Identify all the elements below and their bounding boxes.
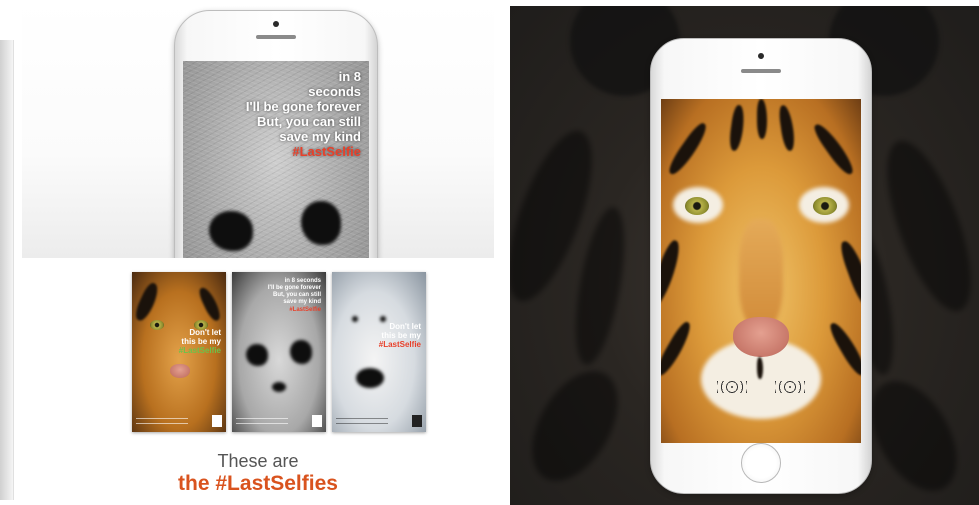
tiger-phone-panel (510, 6, 979, 505)
tagline-line-1: These are (217, 451, 299, 471)
poster-footer (336, 414, 422, 428)
poster-footer (136, 414, 222, 428)
panda-eye-right (301, 201, 341, 245)
earpiece-speaker (741, 69, 781, 73)
home-button[interactable] (741, 443, 781, 483)
poster-tiger: Don't let this be my #LastSelfie (132, 272, 226, 432)
front-camera (273, 21, 279, 27)
panda-phone: in 8 seconds I'll be gone forever But, y… (174, 10, 378, 258)
panda-phone-panel: in 8 seconds I'll be gone forever But, y… (22, 0, 494, 258)
panda-message-line: seconds (308, 84, 361, 99)
wwf-logo-icon (212, 415, 222, 427)
front-camera (758, 53, 764, 59)
poster-footer (236, 414, 322, 428)
wwf-logo-icon (312, 415, 322, 427)
poster-text-line: in 8 seconds (284, 278, 321, 284)
cropped-phone-edge (0, 40, 14, 500)
poster-text-line: this be my (181, 337, 221, 346)
panda-screen: in 8 seconds I'll be gone forever But, y… (183, 61, 369, 258)
panda-message-line: in 8 (338, 69, 361, 84)
poster-panda: in 8 seconds I'll be gone forever But, y… (232, 272, 326, 432)
panda-message: in 8 seconds I'll be gone forever But, y… (246, 69, 361, 159)
tiger-eye-right (813, 197, 837, 215)
panda-message-line: But, you can still (256, 114, 361, 129)
tiger-phone (650, 38, 872, 494)
poster-hashtag: #LastSelfie (178, 346, 221, 355)
poster-text-line: But, you can still (272, 292, 321, 298)
poster-hashtag: #LastSelfie (289, 307, 321, 313)
panda-eye-left (209, 211, 253, 251)
tagline-line-2: the #LastSelfies (178, 472, 338, 495)
tiger-nose (733, 317, 789, 357)
poster-text-line: save my kind (283, 299, 321, 305)
poster-text-line: Don't let (189, 328, 221, 337)
panda-message-line: I'll be gone forever (245, 99, 361, 114)
poster-polar-bear: Don't let this be my #LastSelfie (332, 272, 426, 432)
campaign-tagline: These are the #LastSelfies (22, 450, 494, 496)
poster-hashtag: #LastSelfie (378, 340, 421, 349)
panda-hashtag: #LastSelfie (292, 144, 361, 159)
earpiece-speaker (256, 35, 296, 39)
tiger-screen (661, 99, 861, 443)
tiger-eye-left (685, 197, 709, 215)
poster-text-line: I'll be gone forever (267, 285, 321, 291)
poster-text-line: Don't let (389, 322, 421, 331)
wwf-logo-icon (412, 415, 422, 427)
panda-message-line: save my kind (279, 129, 361, 144)
posters-panel: Don't let this be my #LastSelfie in 8 se… (22, 258, 494, 505)
poster-text-line: this be my (381, 331, 421, 340)
